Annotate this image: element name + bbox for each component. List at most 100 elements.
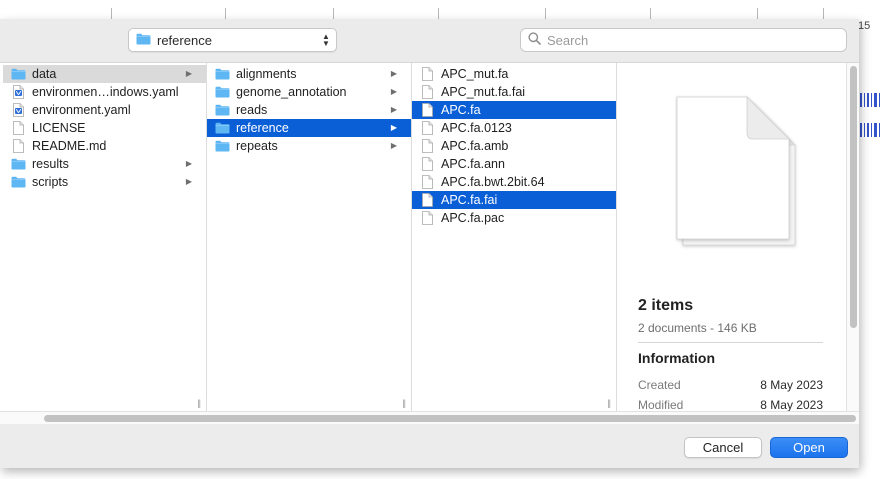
- meta-value: 8 May 2023: [760, 398, 823, 412]
- column-resize-handle[interactable]: ||: [402, 398, 406, 408]
- meta-key: Modified: [638, 398, 684, 412]
- file-list-item[interactable]: APC.fa.pac: [412, 209, 616, 227]
- document-icon: [420, 157, 435, 171]
- chevron-right-icon: ▶: [390, 141, 397, 150]
- file-list-item[interactable]: genome_annotation ▶: [207, 83, 411, 101]
- file-list-item[interactable]: APC.fa.amb: [412, 137, 616, 155]
- folder-icon: [215, 139, 230, 153]
- meta-row-created: Created 8 May 2023: [638, 378, 823, 394]
- browser-column-2[interactable]: alignments ▶ genome_annotation ▶ reads ▶ refer…: [207, 63, 412, 412]
- open-file-dialog: reference ▲▼ data ▶ environmen…indows.yaml…: [0, 19, 859, 468]
- meta-value: 8 May 2023: [760, 378, 823, 392]
- background-ruler: [0, 0, 881, 20]
- file-list-item-label: APC_mut.fa.fai: [441, 85, 526, 99]
- chevron-updown-icon: ▲ ▼: [322, 32, 330, 48]
- file-list-item-label: environment.yaml: [32, 103, 131, 117]
- file-list-item[interactable]: environmen…indows.yaml: [3, 83, 206, 101]
- document-icon: [420, 193, 435, 207]
- file-list-item[interactable]: README.md: [3, 137, 206, 155]
- file-list-item[interactable]: APC.fa: [412, 101, 616, 119]
- file-list-item[interactable]: repeats ▶: [207, 137, 411, 155]
- horizontal-scroll-thumb[interactable]: [44, 415, 856, 422]
- chevron-right-icon: ▶: [390, 123, 397, 132]
- file-list-item-label: APC.fa: [441, 103, 481, 117]
- file-list-item-label: APC.fa.pac: [441, 211, 505, 225]
- document-icon: [420, 85, 435, 99]
- column-resize-handle[interactable]: ||: [607, 398, 611, 408]
- file-list-item[interactable]: alignments ▶: [207, 65, 411, 83]
- preview-summary: 2 documents - 146 KB: [638, 321, 757, 335]
- file-list-item[interactable]: APC_mut.fa: [412, 65, 616, 83]
- document-icon: [420, 121, 435, 135]
- file-list-item-label: APC.fa.ann: [441, 157, 505, 171]
- column-browser: data ▶ environmen…indows.yaml environment.y…: [0, 62, 859, 412]
- open-button[interactable]: Open: [770, 437, 848, 458]
- document-icon: [420, 103, 435, 117]
- file-list-item[interactable]: reference ▶: [207, 119, 411, 137]
- location-label: reference: [157, 32, 212, 48]
- browser-column-1[interactable]: data ▶ environmen…indows.yaml environment.y…: [0, 63, 207, 412]
- meta-key: Created: [638, 378, 681, 392]
- cancel-button[interactable]: Cancel: [684, 437, 762, 458]
- document-icon: [11, 139, 26, 153]
- file-list-item[interactable]: LICENSE: [3, 119, 206, 137]
- vertical-scroll-thumb[interactable]: [850, 66, 857, 328]
- dialog-toolbar: reference ▲ ▼: [0, 19, 859, 62]
- file-list-item-label: data: [32, 67, 57, 81]
- preview-pane: 2 items 2 documents - 146 KB Information…: [617, 63, 846, 412]
- file-list-item-label: environmen…indows.yaml: [32, 85, 179, 99]
- file-list-item[interactable]: reads ▶: [207, 101, 411, 119]
- background-graphic: [860, 93, 881, 107]
- preview-item-count: 2 items: [638, 297, 694, 314]
- file-list-item-label: repeats: [236, 139, 278, 153]
- document-icon: [420, 211, 435, 225]
- file-list-item-label: results: [32, 157, 69, 171]
- document-icon: [420, 67, 435, 81]
- yaml-file-icon: [11, 85, 26, 99]
- search-icon: [528, 32, 541, 48]
- vertical-scrollbar[interactable]: [846, 63, 859, 412]
- search-field[interactable]: [520, 28, 847, 52]
- chevron-right-icon: ▶: [185, 69, 192, 78]
- file-list-item[interactable]: APC.fa.ann: [412, 155, 616, 173]
- file-list-item[interactable]: environment.yaml: [3, 101, 206, 119]
- file-list-item[interactable]: APC_mut.fa.fai: [412, 83, 616, 101]
- information-heading: Information: [638, 350, 715, 366]
- background-graphic: [860, 123, 881, 137]
- horizontal-scrollbar[interactable]: [0, 411, 859, 424]
- folder-icon: [11, 157, 26, 171]
- folder-icon: [215, 121, 230, 135]
- chevron-right-icon: ▶: [390, 87, 397, 96]
- yaml-file-icon: [11, 103, 26, 117]
- ruler-number: 15: [858, 20, 871, 32]
- file-list-item-label: reads: [236, 103, 268, 117]
- document-icon: [420, 139, 435, 153]
- file-list-item-label: genome_annotation: [236, 85, 347, 99]
- document-icon: [11, 121, 26, 135]
- file-list-item[interactable]: APC.fa.0123: [412, 119, 616, 137]
- folder-icon: [11, 175, 26, 189]
- folder-icon: [215, 85, 230, 99]
- chevron-right-icon: ▶: [185, 177, 192, 186]
- file-list-item-label: APC_mut.fa: [441, 67, 509, 81]
- folder-icon: [11, 67, 26, 81]
- chevron-right-icon: ▶: [390, 69, 397, 78]
- file-list-item-label: README.md: [32, 139, 107, 153]
- file-list-item[interactable]: results ▶: [3, 155, 206, 173]
- file-list-item-label: scripts: [32, 175, 69, 189]
- file-list-item-label: APC.fa.amb: [441, 139, 509, 153]
- location-popup[interactable]: reference ▲ ▼: [128, 28, 337, 52]
- column-resize-handle[interactable]: ||: [197, 398, 201, 408]
- file-list-item[interactable]: data ▶: [3, 65, 206, 83]
- stacked-documents-icon: [675, 93, 805, 256]
- folder-icon: [136, 33, 151, 48]
- file-list-item[interactable]: scripts ▶: [3, 173, 206, 191]
- file-list-item[interactable]: APC.fa.bwt.2bit.64: [412, 173, 616, 191]
- search-input[interactable]: [547, 32, 827, 48]
- document-icon: [420, 175, 435, 189]
- file-list-item[interactable]: APC.fa.fai: [412, 191, 616, 209]
- file-list-item-label: alignments: [236, 67, 297, 81]
- chevron-right-icon: ▶: [390, 105, 397, 114]
- dialog-footer: Cancel Open: [0, 424, 859, 468]
- browser-column-3[interactable]: APC_mut.fa APC_mut.fa.fai APC.fa APC.fa.012…: [412, 63, 617, 412]
